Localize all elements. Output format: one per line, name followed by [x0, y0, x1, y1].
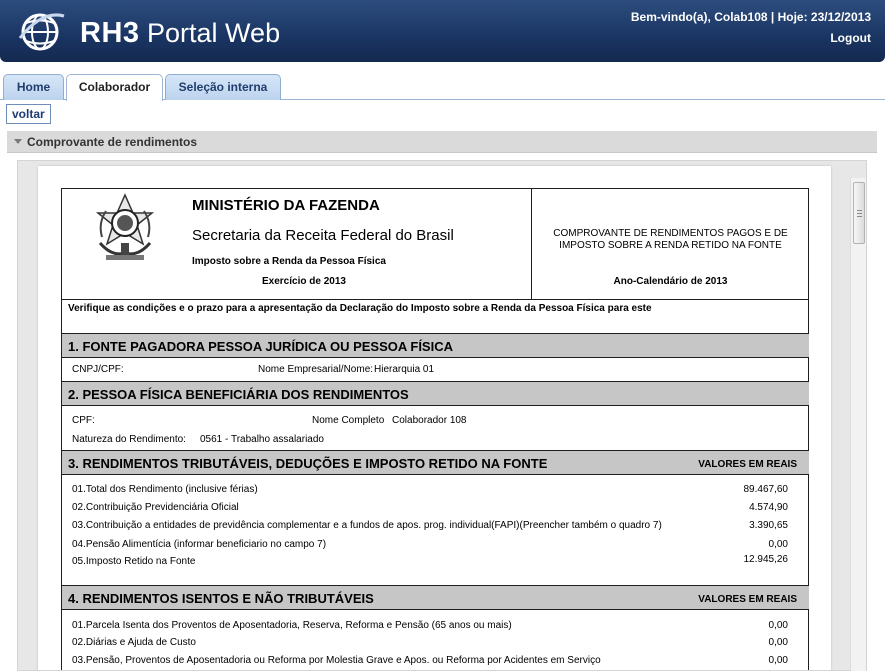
document-viewer[interactable]: MINISTÉRIO DA FAZENDA Secretaria da Rece… — [17, 160, 867, 671]
list-item: 01.Parcela Isenta dos Proventos de Apose… — [72, 620, 512, 631]
logout-link[interactable]: Logout — [830, 31, 871, 45]
secretaria-title: Secretaria da Receita Federal do Brasil — [192, 227, 454, 244]
welcome-text: Bem-vindo(a), Colab108 | Hoje: 23/12/201… — [630, 10, 871, 24]
section-title: Comprovante de rendimentos — [27, 135, 198, 149]
brazil-coat-of-arms-icon — [95, 193, 155, 260]
app-header: RH3 Portal Web Bem-vindo(a), Colab108 | … — [0, 0, 885, 62]
exercicio-label: Exercício de 2013 — [262, 276, 346, 287]
imposto-subtitle: Imposto sobre a Renda da Pessoa Física — [192, 256, 386, 267]
natureza-label: Natureza do Rendimento: — [72, 434, 186, 445]
vertical-scrollbar[interactable] — [850, 178, 866, 671]
ano-calendario-label: Ano-Calendário de 2013 — [613, 276, 728, 287]
section-3-title: 3. RENDIMENTOS TRIBUTÁVEIS, DEDUÇÕES E I… — [68, 456, 548, 471]
list-item-value: 89.467,60 — [743, 484, 789, 495]
nome-empresarial-value: Hierarquia 01 — [374, 364, 435, 375]
list-item-value: 0,00 — [768, 637, 788, 648]
divider — [62, 299, 809, 300]
tab-selecao-interna[interactable]: Seleção interna — [165, 74, 281, 100]
tab-home[interactable]: Home — [3, 74, 64, 100]
valores-em-reais-label: VALORES EM REAIS — [698, 459, 797, 470]
list-item-value: 4.574,90 — [749, 502, 788, 513]
scrollbar-thumb[interactable] — [853, 182, 865, 244]
list-item-value: 3.390,65 — [749, 520, 788, 531]
collapse-triangle-icon[interactable] — [14, 139, 22, 144]
comprovante-title: COMPROVANTE DE RENDIMENTOS PAGOS E DE IM… — [553, 228, 788, 251]
list-item: 04.Pensão Alimentícia (informar benefici… — [72, 539, 327, 550]
voltar-button[interactable]: voltar — [6, 104, 51, 124]
section-1-title: 1. FONTE PAGADORA PESSOA JURÍDICA OU PES… — [68, 339, 453, 354]
form-header-right: COMPROVANTE DE RENDIMENTOS PAGOS E DE IM… — [532, 189, 809, 299]
list-item-value: 0,00 — [768, 620, 788, 631]
list-item: 02.Contribuição Previdenciária Oficial — [72, 502, 239, 513]
app-logo-text: RH3 Portal Web — [80, 17, 281, 49]
section-4-title: 4. RENDIMENTOS ISENTOS E NÃO TRIBUTÁVEIS — [68, 591, 374, 606]
natureza-value: 0561 - Trabalho assalariado — [200, 434, 324, 445]
collapsible-section-header[interactable]: Comprovante de rendimentos — [7, 131, 877, 153]
list-item: 05.Imposto Retido na Fonte — [72, 556, 196, 567]
list-item: 01.Total dos Rendimento (inclusive féria… — [72, 484, 258, 495]
income-statement-form: MINISTÉRIO DA FAZENDA Secretaria da Rece… — [61, 188, 809, 670]
nome-empresarial-label: Nome Empresarial/Nome: — [258, 364, 374, 375]
grip-line — [857, 213, 862, 214]
list-item-value: 0,00 — [768, 539, 788, 550]
list-item: 03.Pensão, Proventos de Aposentadoria ou… — [72, 655, 601, 666]
grip-line — [857, 210, 862, 211]
cpf-label: CPF: — [72, 415, 95, 426]
nome-completo-label: Nome Completo — [312, 415, 385, 426]
document-page: MINISTÉRIO DA FAZENDA Secretaria da Rece… — [38, 166, 831, 670]
verifique-note: Verifique as condições e o prazo para a … — [68, 303, 652, 314]
list-item-value: 0,00 — [768, 655, 788, 666]
list-item: 03.Contribuição a entidades de previdênc… — [72, 520, 662, 531]
cnpj-label: CNPJ/CPF: — [72, 364, 124, 375]
ministry-title: MINISTÉRIO DA FAZENDA — [192, 197, 380, 214]
section-4-header: 4. RENDIMENTOS ISENTOS E NÃO TRIBUTÁVEIS… — [62, 585, 809, 610]
form-header-left: MINISTÉRIO DA FAZENDA Secretaria da Rece… — [62, 189, 532, 299]
list-item: 02.Diárias e Ajuda de Custo — [72, 637, 196, 648]
section-3-header: 3. RENDIMENTOS TRIBUTÁVEIS, DEDUÇÕES E I… — [62, 450, 809, 475]
section-2-header: 2. PESSOA FÍSICA BENEFICIÁRIA DOS RENDIM… — [62, 381, 809, 406]
tab-colaborador[interactable]: Colaborador — [66, 74, 163, 101]
globe-logo-icon — [18, 13, 65, 51]
nome-completo-value: Colaborador 108 — [392, 415, 467, 426]
list-item-value: 12.945,26 — [743, 554, 789, 565]
grip-line — [857, 216, 862, 217]
valores-em-reais-label: VALORES EM REAIS — [698, 594, 797, 605]
section-1-header: 1. FONTE PAGADORA PESSOA JURÍDICA OU PES… — [62, 333, 809, 358]
section-2-title: 2. PESSOA FÍSICA BENEFICIÁRIA DOS RENDIM… — [68, 387, 409, 402]
main-tabs: Home Colaborador Seleção interna — [0, 74, 885, 101]
